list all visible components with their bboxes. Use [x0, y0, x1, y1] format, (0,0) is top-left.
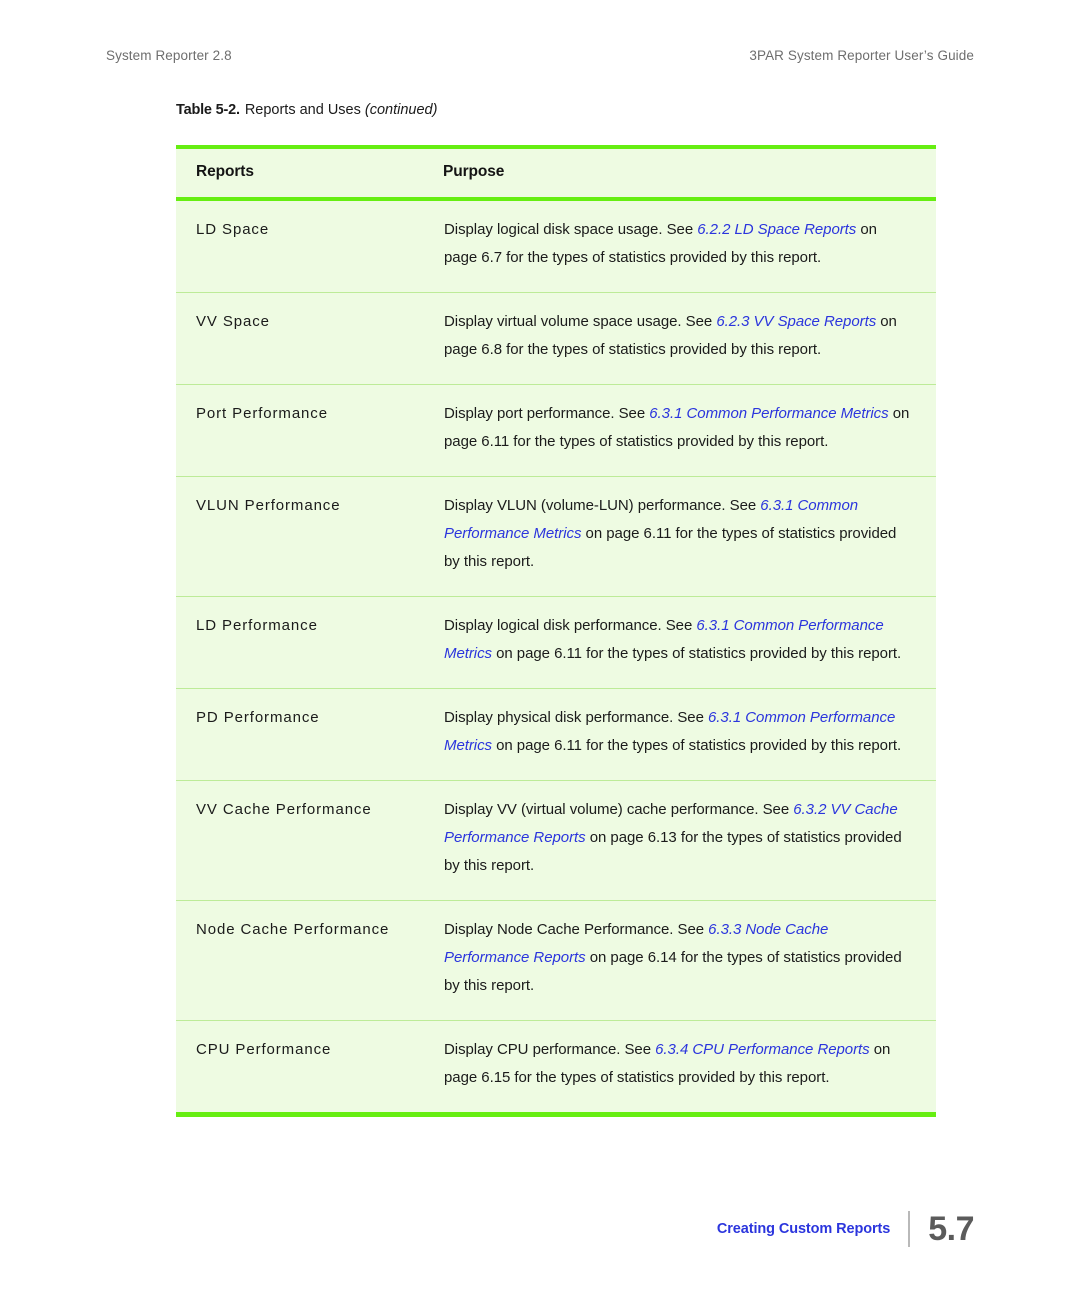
purpose-text: Display physical disk performance. See [444, 709, 709, 726]
report-purpose-cell: Display physical disk performance. See 6… [443, 688, 936, 781]
column-header-purpose: Purpose [443, 163, 505, 180]
table-body: Reports Purpose LD Space Display logical … [176, 145, 936, 1117]
table-caption: Table 5-2. Reports and Uses (continued) [176, 102, 437, 118]
table-row: PD Performance Display physical disk perf… [176, 688, 936, 781]
cross-reference-link[interactable]: 6.3.1 Common Performance Metrics [649, 405, 888, 422]
table-row: VV Cache Performance Display VV (virtual … [176, 780, 936, 901]
report-purpose-cell: Display logical disk space usage. See 6.… [443, 201, 936, 293]
purpose-text: Display VLUN (volume-LUN) performance. S… [444, 497, 761, 514]
column-header-reports-cell: Reports [176, 149, 443, 197]
table-row: Node Cache Performance Display Node Cache… [176, 900, 936, 1021]
cross-reference-link[interactable]: 6.2.3 VV Space Reports [716, 313, 876, 330]
running-head-left: System Reporter 2.8 [106, 48, 232, 63]
report-name-cell: VLUN Performance [176, 476, 443, 597]
footer-section-title: Creating Custom Reports [716, 1221, 891, 1237]
table-caption-label: Table 5-2. [176, 102, 240, 118]
column-header-reports: Reports [196, 163, 254, 180]
purpose-text: Display CPU performance. See [444, 1041, 656, 1058]
table-row: VV Space Display virtual volume space usa… [176, 292, 936, 385]
table-header-row: Reports Purpose [176, 149, 936, 197]
report-purpose-cell: Display virtual volume space usage. See … [443, 292, 936, 385]
report-purpose-cell: Display VLUN (volume-LUN) performance. S… [443, 476, 936, 597]
purpose-text: Display virtual volume space usage. See [444, 313, 717, 330]
report-name-cell: VV Space [176, 292, 443, 385]
report-name-cell: Node Cache Performance [176, 900, 443, 1021]
table-rule-bottom [176, 1112, 936, 1117]
report-name-cell: VV Cache Performance [176, 780, 443, 901]
purpose-text: on page 6.11 for the types of statistics… [491, 737, 902, 754]
cross-reference-link[interactable]: 6.2.2 LD Space Reports [697, 221, 856, 238]
purpose-text: Display port performance. See [444, 405, 650, 422]
report-purpose-cell: Display CPU performance. See 6.3.4 CPU P… [443, 1020, 936, 1112]
table-caption-continued: (continued) [364, 102, 438, 118]
report-name-cell: LD Space [196, 221, 270, 238]
purpose-text: Display logical disk space usage. See [444, 221, 698, 238]
column-header-purpose-cell: Purpose [443, 149, 936, 197]
table-row: LD Performance Display logical disk perfo… [176, 596, 936, 689]
table-row: LD Space Display logical disk space usage… [176, 201, 936, 293]
table-row: Port Performance Display port performance… [176, 384, 936, 477]
table-caption-title: Reports and Uses [244, 102, 361, 118]
report-name-cell: CPU Performance [176, 1020, 443, 1112]
page-footer: Creating Custom Reports 5.7 [717, 1206, 974, 1252]
report-purpose-cell: Display Node Cache Performance. See 6.3.… [443, 900, 936, 1021]
purpose-text: Display logical disk performance. See [444, 617, 697, 634]
purpose-text: on page 6.11 for the types of statistics… [491, 645, 902, 662]
reports-and-uses-table: Reports Purpose LD Space Display logical … [176, 145, 936, 1117]
report-name-cell: PD Performance [176, 688, 443, 781]
running-head-right: 3PAR System Reporter User’s Guide [749, 48, 974, 63]
page-number: 5.7 [928, 1210, 974, 1248]
purpose-text: Display VV (virtual volume) cache perfor… [444, 801, 794, 818]
cross-reference-link[interactable]: 6.3.4 CPU Performance Reports [655, 1041, 870, 1058]
report-purpose-cell: Display port performance. See 6.3.1 Comm… [443, 384, 936, 477]
running-head: System Reporter 2.8 3PAR System Reporter… [106, 48, 974, 68]
table-row: CPU Performance Display CPU performance. … [176, 1020, 936, 1112]
report-name-cell: Port Performance [176, 384, 443, 477]
report-name-cell: LD Performance [176, 596, 443, 689]
report-purpose-cell: Display VV (virtual volume) cache perfor… [443, 780, 936, 901]
report-purpose-cell: Display logical disk performance. See 6.… [443, 596, 936, 689]
table-row: VLUN Performance Display VLUN (volume-LUN… [176, 476, 936, 597]
purpose-text: Display Node Cache Performance. See [444, 921, 709, 938]
